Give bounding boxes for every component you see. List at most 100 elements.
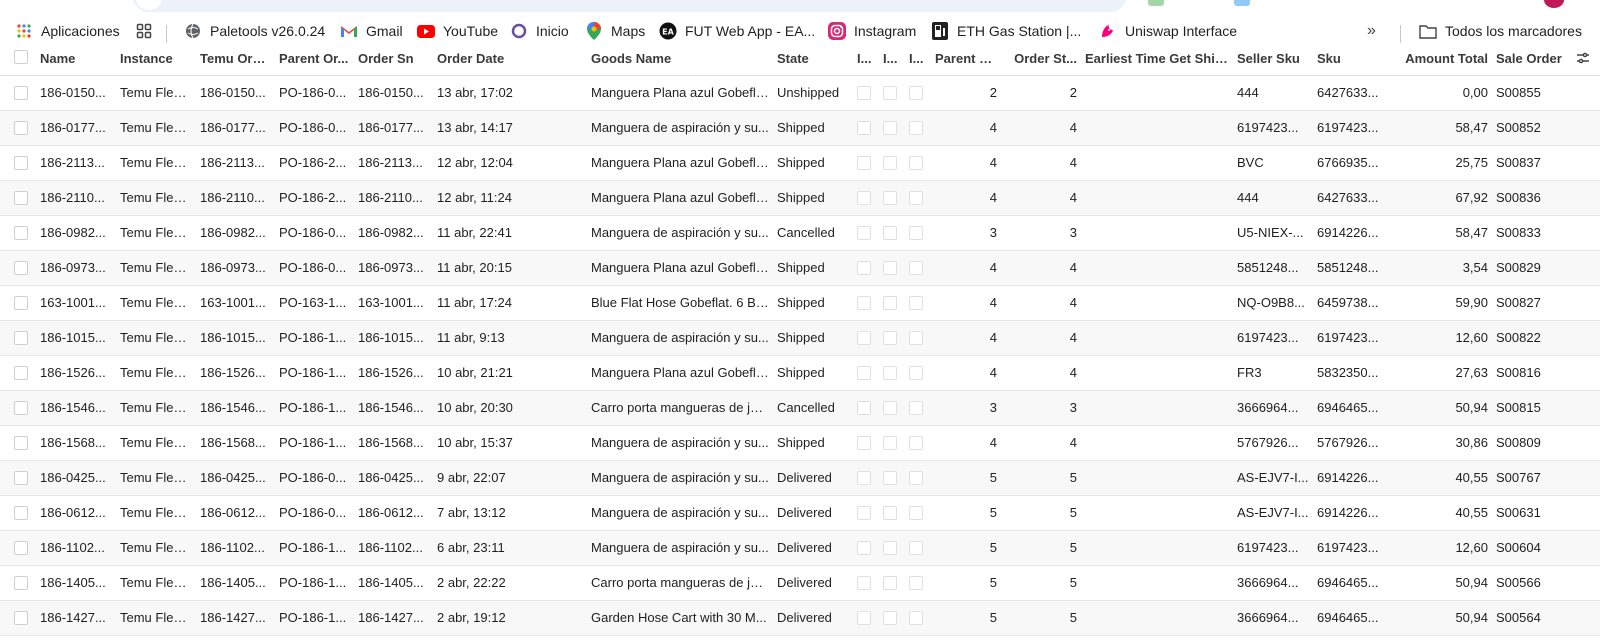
col-header-name[interactable]: Name (36, 48, 116, 76)
row-checkbox[interactable] (0, 425, 36, 460)
row-checkbox[interactable] (0, 180, 36, 215)
table-row[interactable]: 186-1427... Temu Flexi... 186-1427... PO… (0, 600, 1600, 635)
cell-flag-1[interactable] (853, 285, 879, 320)
cell-flag-2[interactable] (879, 320, 905, 355)
cell-flag-1[interactable] (853, 320, 879, 355)
cell-flag-3[interactable] (905, 495, 931, 530)
cell-flag-1[interactable] (853, 530, 879, 565)
col-header-instance[interactable]: Instance (116, 48, 196, 76)
table-row[interactable]: 186-2113... Temu Flexi... 186-2113... PO… (0, 145, 1600, 180)
col-header-parent-order-status[interactable]: Parent O... (931, 48, 1001, 76)
bookmark-instagram[interactable]: Instagram (828, 20, 916, 42)
cell-flag-3[interactable] (905, 285, 931, 320)
col-header-flag-3[interactable]: I... (905, 48, 931, 76)
col-header-order-sn[interactable]: Order Sn (354, 48, 433, 76)
cell-flag-2[interactable] (879, 355, 905, 390)
select-all-checkbox[interactable] (0, 48, 36, 76)
cell-flag-3[interactable] (905, 110, 931, 145)
col-header-flag-1[interactable]: I... (853, 48, 879, 76)
cell-flag-2[interactable] (879, 110, 905, 145)
cell-flag-3[interactable] (905, 320, 931, 355)
cell-flag-3[interactable] (905, 600, 931, 635)
table-row[interactable]: 163-1001... Temu Flexi... 163-1001... PO… (0, 285, 1600, 320)
cell-flag-2[interactable] (879, 600, 905, 635)
col-header-sale-order[interactable]: Sale Order (1496, 51, 1562, 66)
cell-flag-3[interactable] (905, 390, 931, 425)
extension-icon[interactable] (1148, 0, 1164, 6)
bookmark-paletools[interactable]: Paletools v26.0.24 (184, 20, 325, 42)
row-checkbox[interactable] (0, 145, 36, 180)
row-checkbox[interactable] (0, 250, 36, 285)
col-header-flag-2[interactable]: I... (879, 48, 905, 76)
table-row[interactable]: 186-0973... Temu Flexi... 186-0973... PO… (0, 250, 1600, 285)
cell-flag-2[interactable] (879, 215, 905, 250)
cell-flag-1[interactable] (853, 600, 879, 635)
row-checkbox[interactable] (0, 75, 36, 110)
cell-flag-3[interactable] (905, 565, 931, 600)
col-header-order-status[interactable]: Order St... (1001, 48, 1081, 76)
cell-flag-3[interactable] (905, 75, 931, 110)
row-checkbox[interactable] (0, 565, 36, 600)
cell-flag-2[interactable] (879, 425, 905, 460)
table-row[interactable]: 186-1568... Temu Flexi... 186-1568... PO… (0, 425, 1600, 460)
cell-flag-1[interactable] (853, 250, 879, 285)
cell-flag-2[interactable] (879, 530, 905, 565)
bookmark-tab-groups[interactable] (135, 20, 153, 42)
col-header-sku[interactable]: Sku (1313, 48, 1393, 76)
row-checkbox[interactable] (0, 390, 36, 425)
bookmark-eth-gas-station[interactable]: ETH Gas Station |... (931, 20, 1081, 42)
cell-flag-1[interactable] (853, 425, 879, 460)
table-row[interactable]: 186-0612... Temu Flexi... 186-0612... PO… (0, 495, 1600, 530)
table-row[interactable]: 186-1102... Temu Flexi... 186-1102... PO… (0, 530, 1600, 565)
row-checkbox[interactable] (0, 600, 36, 635)
cell-flag-3[interactable] (905, 355, 931, 390)
table-row[interactable]: 186-1405... Temu Flexi... 186-1405... PO… (0, 565, 1600, 600)
row-checkbox[interactable] (0, 460, 36, 495)
column-settings-icon[interactable] (1576, 51, 1592, 67)
cell-flag-2[interactable] (879, 390, 905, 425)
cell-flag-2[interactable] (879, 460, 905, 495)
col-header-state[interactable]: State (773, 48, 853, 76)
row-checkbox[interactable] (0, 530, 36, 565)
table-row[interactable]: 186-0177... Temu Flexi... 186-0177... PO… (0, 110, 1600, 145)
bookmark-maps[interactable]: Maps (585, 20, 645, 42)
cell-flag-2[interactable] (879, 180, 905, 215)
cell-flag-3[interactable] (905, 180, 931, 215)
col-header-amount-total[interactable]: Amount Total (1393, 48, 1492, 76)
extension-icon[interactable] (1234, 0, 1250, 6)
cell-flag-3[interactable] (905, 460, 931, 495)
cell-flag-1[interactable] (853, 495, 879, 530)
bookmark-inicio[interactable]: Inicio (510, 20, 569, 42)
cell-flag-1[interactable] (853, 75, 879, 110)
all-bookmarks-button[interactable]: Todos los marcadores (1419, 20, 1582, 42)
more-bookmarks-button[interactable]: » (1367, 20, 1376, 42)
bookmark-apps[interactable]: Aplicaciones (15, 20, 120, 42)
col-header-goods-name[interactable]: Goods Name (587, 48, 773, 76)
cell-flag-3[interactable] (905, 530, 931, 565)
table-row[interactable]: 186-0982... Temu Flexi... 186-0982... PO… (0, 215, 1600, 250)
cell-flag-1[interactable] (853, 215, 879, 250)
cell-flag-1[interactable] (853, 460, 879, 495)
cell-flag-1[interactable] (853, 565, 879, 600)
table-row[interactable]: 186-2110... Temu Flexi... 186-2110... PO… (0, 180, 1600, 215)
table-row[interactable]: 186-0425... Temu Flexi... 186-0425... PO… (0, 460, 1600, 495)
profile-avatar[interactable] (1544, 0, 1564, 8)
row-checkbox[interactable] (0, 495, 36, 530)
cell-flag-3[interactable] (905, 250, 931, 285)
cell-flag-1[interactable] (853, 390, 879, 425)
omnibox[interactable] (132, 0, 1127, 12)
cell-flag-1[interactable] (853, 180, 879, 215)
bookmark-uniswap[interactable]: Uniswap Interface (1099, 20, 1237, 42)
cell-flag-3[interactable] (905, 145, 931, 180)
table-row[interactable]: 186-0150... Temu Flexi... 186-0150... PO… (0, 75, 1600, 110)
col-header-temu-order[interactable]: Temu Order (196, 48, 275, 76)
bookmark-fut-web-app[interactable]: EA FUT Web App - EA... (659, 20, 815, 42)
cell-flag-2[interactable] (879, 285, 905, 320)
cell-flag-2[interactable] (879, 495, 905, 530)
cell-flag-3[interactable] (905, 425, 931, 460)
row-checkbox[interactable] (0, 215, 36, 250)
row-checkbox[interactable] (0, 285, 36, 320)
table-row[interactable]: 186-1526... Temu Flexi... 186-1526... PO… (0, 355, 1600, 390)
bookmark-youtube[interactable]: YouTube (417, 20, 498, 42)
cell-flag-2[interactable] (879, 75, 905, 110)
